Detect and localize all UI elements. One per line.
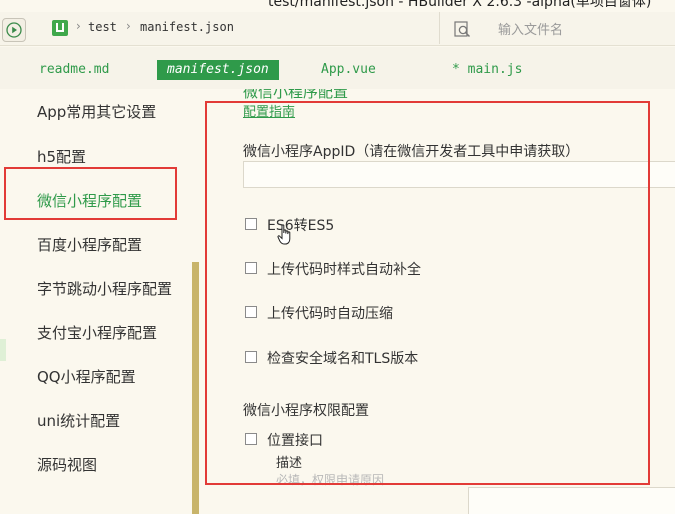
sidebar-item-source-view[interactable]: 源码视图: [37, 454, 97, 475]
gutter-marker: [0, 339, 6, 361]
option-label: 上传代码时自动压缩: [267, 306, 393, 322]
window-title: test/manifest.json - HBuilder X 2.6.3 -a…: [268, 0, 652, 10]
search-icon: [454, 21, 471, 38]
breadcrumb-project[interactable]: test: [88, 20, 117, 34]
breadcrumb-file[interactable]: manifest.json: [140, 20, 234, 34]
tab-main-js[interactable]: * main.js: [452, 60, 522, 80]
description-input[interactable]: [468, 487, 675, 514]
project-icon: [52, 20, 68, 36]
toolbar: › test › manifest.json: [0, 12, 675, 46]
option-label: 检查安全域名和TLS版本: [267, 351, 419, 367]
checkbox[interactable]: [245, 218, 257, 230]
sidebar-item-baidu[interactable]: 百度小程序配置: [37, 234, 142, 255]
checkbox[interactable]: [245, 351, 257, 363]
description-placeholder[interactable]: 必填，权限申请原因: [276, 471, 384, 488]
sidebar-item-toutiao[interactable]: 字节跳动小程序配置: [37, 278, 172, 299]
description-label: 描述: [276, 456, 303, 471]
sidebar-item-weixin[interactable]: 微信小程序配置: [37, 190, 142, 211]
appid-input[interactable]: [243, 161, 675, 188]
breadcrumb: › test › manifest.json: [40, 12, 440, 44]
hand-cursor-icon: [277, 224, 291, 245]
tab-readme[interactable]: readme.md: [39, 60, 109, 80]
sidebar-item-h5[interactable]: h5配置: [37, 146, 86, 167]
sidebar-item-alipay[interactable]: 支付宝小程序配置: [37, 322, 157, 343]
checkbox[interactable]: [245, 262, 257, 274]
chevron-right-icon: ›: [126, 19, 131, 33]
file-search-input[interactable]: [498, 19, 668, 41]
checkbox[interactable]: [245, 306, 257, 318]
settings-sidebar: App常用其它设置 h5配置 微信小程序配置 百度小程序配置 字节跳动小程序配置…: [0, 89, 200, 514]
sidebar-item-app-settings[interactable]: App常用其它设置: [37, 101, 156, 122]
settings-content: 微信小程序配置 配置指南 微信小程序AppID（请在微信开发者工具中申请获取） …: [200, 89, 675, 514]
permission-title: 微信小程序权限配置: [243, 403, 369, 419]
tab-manifest[interactable]: manifest.json: [157, 60, 279, 80]
sidebar-item-uni-stat[interactable]: uni统计配置: [37, 410, 120, 431]
run-button[interactable]: [2, 18, 26, 42]
sidebar-scrollbar[interactable]: [192, 262, 199, 514]
file-search: [448, 17, 675, 43]
permission-label: 位置接口: [267, 433, 323, 449]
tab-app-vue[interactable]: App.vue: [321, 60, 376, 80]
checkbox[interactable]: [245, 433, 257, 445]
config-guide-link[interactable]: 配置指南: [243, 101, 295, 120]
play-icon: [6, 22, 22, 38]
option-label: 上传代码时样式自动补全: [267, 262, 421, 278]
chevron-right-icon: ›: [76, 19, 81, 33]
sidebar-item-qq[interactable]: QQ小程序配置: [37, 366, 136, 387]
editor-tabs: readme.md manifest.json App.vue * main.j…: [0, 47, 675, 89]
appid-label: 微信小程序AppID（请在微信开发者工具中申请获取）: [243, 144, 580, 160]
